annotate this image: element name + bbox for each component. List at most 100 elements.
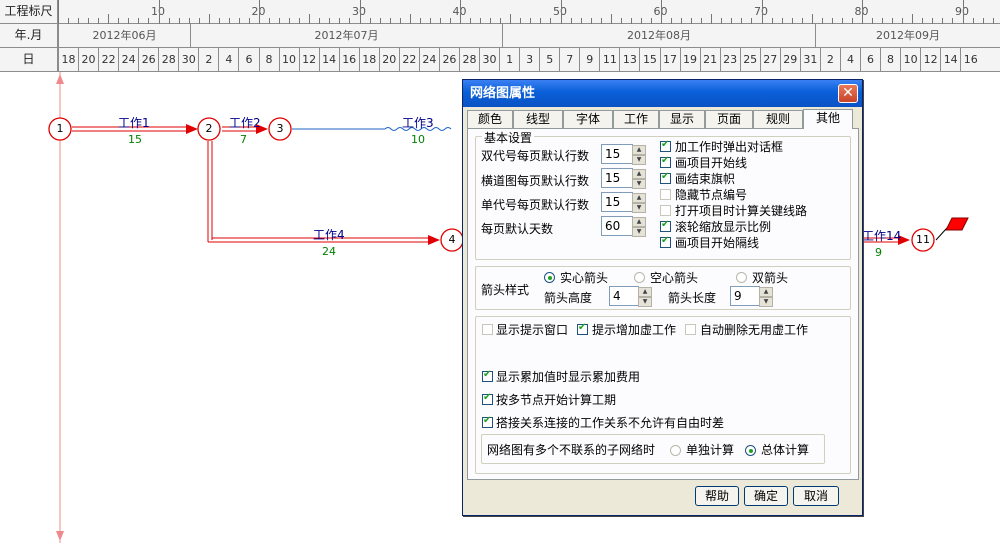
spin-buttons[interactable]: ▲ ▼: [632, 193, 646, 213]
radio-label: 单独计算: [686, 443, 735, 457]
work-name[interactable]: 工作3: [402, 114, 434, 131]
day-cell: 18: [358, 48, 379, 71]
work4-arrowhead: [428, 235, 440, 245]
tab-page[interactable]: 页面: [705, 110, 753, 128]
scale-tick: [259, 0, 260, 24]
double-code-rows-input[interactable]: 15 ▲ ▼: [601, 144, 646, 165]
arrow-height-label: 箭头高度: [544, 291, 593, 305]
tab-color[interactable]: 颜色: [467, 110, 513, 128]
hollow-arrow-radio[interactable]: [634, 272, 645, 283]
day-cell: 21: [699, 48, 720, 71]
start-line-arrow-up: [56, 74, 64, 84]
work-duration: 9: [875, 246, 882, 259]
node-label-1[interactable]: 1: [50, 122, 70, 135]
spin-buttons[interactable]: ▲ ▼: [632, 169, 646, 189]
multi-node-start-checkbox[interactable]: [482, 392, 493, 405]
day-cell: 24: [118, 48, 138, 71]
scale-tick: [58, 0, 59, 24]
spin-buttons[interactable]: ▲ ▼: [638, 287, 652, 307]
month-cell: 2012年09月: [815, 24, 1000, 47]
scale-tick: [912, 14, 914, 24]
day-cell: 4: [839, 48, 860, 71]
node-label-2[interactable]: 2: [199, 122, 219, 135]
day-cell: 23: [719, 48, 740, 71]
tab-line-style[interactable]: 线型: [513, 110, 563, 128]
spin-up-icon: ▲: [632, 193, 646, 203]
tab-font[interactable]: 字体: [563, 110, 613, 128]
work-name[interactable]: 工作4: [313, 226, 345, 243]
node-label-11[interactable]: 11: [913, 233, 933, 246]
work-name[interactable]: 工作1: [118, 114, 150, 131]
day-cell: 9: [579, 48, 599, 71]
node-label-3[interactable]: 3: [270, 122, 290, 135]
end-flag-checkbox[interactable]: [660, 171, 671, 184]
day-cell: 20: [78, 48, 98, 71]
spin-down-icon: ▼: [632, 179, 646, 189]
subnet-label: 网络图有多个不联系的子网络时: [487, 443, 656, 457]
day-cell: 22: [98, 48, 118, 71]
days-per-page-input[interactable]: 60 ▲ ▼: [601, 216, 646, 237]
no-free-float-checkbox[interactable]: [482, 415, 493, 428]
ruler-label-month: 年.月: [0, 24, 58, 47]
scale-tick: [208, 14, 210, 24]
ok-button[interactable]: 确定: [744, 486, 788, 506]
show-tip-window-checkbox[interactable]: [482, 324, 493, 335]
dialog-titlebar[interactable]: 网络图属性 ✕: [463, 80, 862, 107]
wheel-zoom-checkbox[interactable]: [660, 219, 671, 232]
arrow-height-input[interactable]: 4 ▲ ▼: [609, 286, 652, 307]
scale-tick: [510, 14, 512, 24]
single-code-rows-input[interactable]: 15 ▲ ▼: [601, 192, 646, 213]
close-button[interactable]: ✕: [838, 84, 858, 103]
tab-rules[interactable]: 规则: [753, 110, 803, 128]
hide-node-number-checkbox[interactable]: [660, 189, 671, 200]
day-cell: 7: [559, 48, 579, 71]
calc-critical-path-checkbox[interactable]: [660, 205, 671, 216]
solid-arrow-radio[interactable]: [544, 272, 555, 283]
tab-other[interactable]: 其他: [803, 109, 853, 129]
checkbox-label: 加工作时弹出对话框: [675, 140, 784, 154]
network-properties-dialog: 网络图属性 ✕ 颜色 线型 字体 工作 显示 页面 规则 其他 基本设置 双代号…: [462, 79, 863, 516]
checkbox-label: 显示提示窗口: [496, 323, 569, 337]
day-cell: 5: [539, 48, 559, 71]
gantt-rows-input[interactable]: 15 ▲ ▼: [601, 168, 646, 189]
day-cell: 6: [860, 48, 880, 71]
radio-label: 空心箭头: [650, 271, 699, 285]
arrow-length-input[interactable]: 9 ▲ ▼: [730, 286, 773, 307]
day-cell: 14: [318, 48, 339, 71]
end-flag: [945, 217, 969, 231]
checkbox-label: 自动删除无用虚工作: [700, 323, 809, 337]
cancel-button[interactable]: 取消: [793, 486, 839, 506]
show-cumulative-cost-checkbox[interactable]: [482, 369, 493, 382]
day-cell: 27: [759, 48, 780, 71]
spin-down-icon: ▼: [632, 155, 646, 165]
day-cell: 12: [298, 48, 319, 71]
scale-tick: [108, 14, 110, 24]
help-button[interactable]: 帮助: [695, 486, 739, 506]
radio-label: 双箭头: [752, 271, 789, 285]
calc-total-radio[interactable]: [745, 445, 756, 456]
tip-add-dummy-checkbox[interactable]: [577, 322, 588, 335]
popup-dialog-checkbox[interactable]: [660, 139, 671, 152]
tab-work[interactable]: 工作: [613, 110, 659, 128]
scale-tick: [309, 14, 311, 24]
project-start-line-checkbox[interactable]: [660, 155, 671, 168]
auto-delete-dummy-checkbox[interactable]: [685, 324, 696, 335]
spin-buttons[interactable]: ▲ ▼: [632, 145, 646, 165]
spin-buttons[interactable]: ▲ ▼: [759, 287, 773, 307]
calc-separate-radio[interactable]: [670, 445, 681, 456]
work-name[interactable]: 工作14: [862, 227, 901, 244]
checkbox-label: 画项目开始线: [675, 156, 748, 170]
start-line-arrow-down: [56, 531, 64, 541]
double-arrow-radio[interactable]: [736, 272, 747, 283]
day-cell: 10: [900, 48, 920, 71]
tab-display[interactable]: 显示: [659, 110, 705, 128]
basic-settings-title: 基本设置: [482, 129, 535, 146]
field-label: 横道图每页默认行数: [481, 174, 590, 188]
project-start-separator-checkbox[interactable]: [660, 235, 671, 248]
spin-buttons[interactable]: ▲ ▼: [632, 217, 646, 237]
work1-arrowhead: [186, 124, 198, 134]
node-label-4[interactable]: 4: [442, 233, 462, 246]
day-cell: 30: [479, 48, 499, 71]
day-cell: 24: [418, 48, 439, 71]
work-name[interactable]: 工作2: [229, 114, 261, 131]
